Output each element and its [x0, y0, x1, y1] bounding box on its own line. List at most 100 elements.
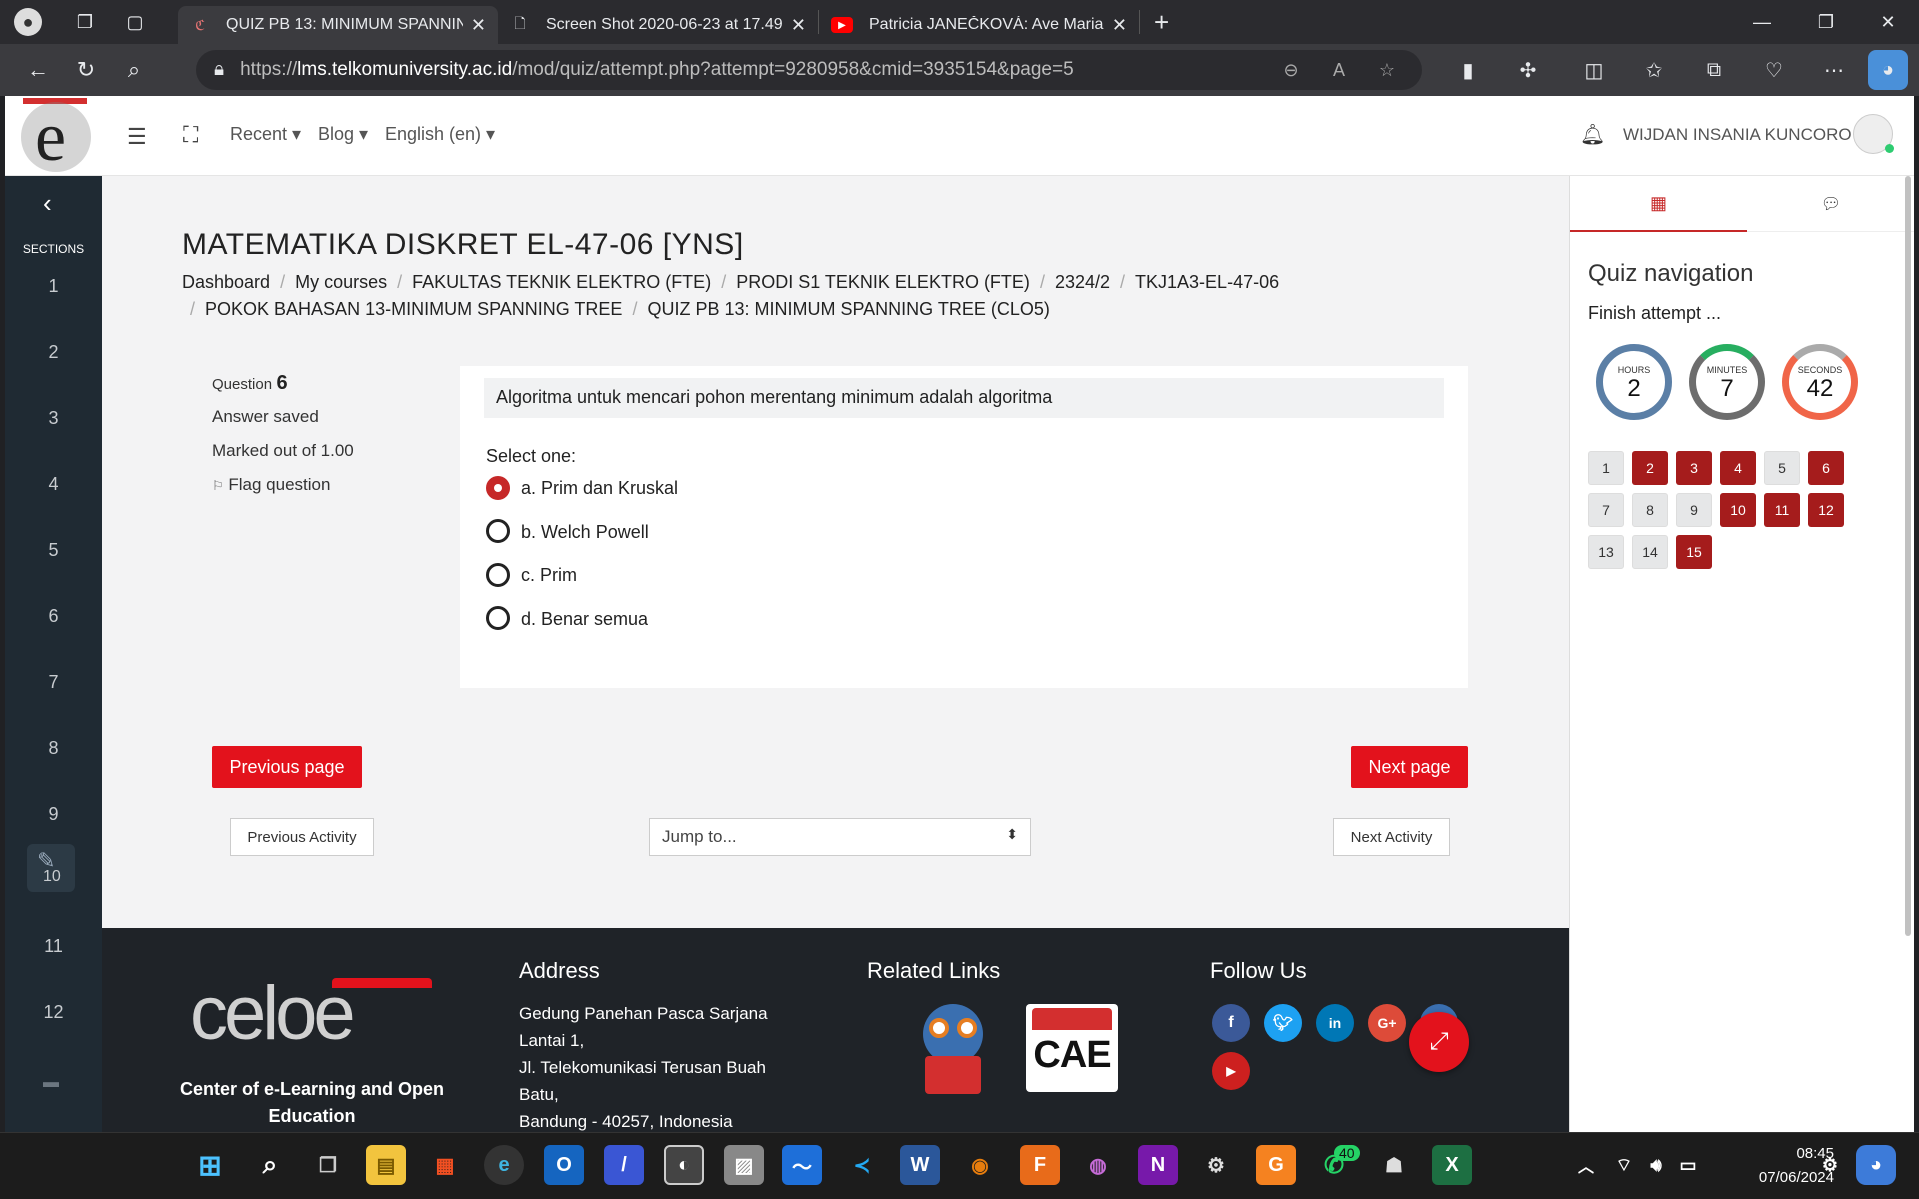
workspaces-icon[interactable]: ❐: [70, 7, 100, 37]
tab-quiz[interactable]: ℭ QUIZ PB 13: MINIMUM SPANNIN ✕: [178, 6, 498, 44]
tab-messages[interactable]: 💬︎: [1747, 176, 1914, 232]
next-page-button[interactable]: Next page: [1351, 746, 1468, 788]
favorite-star-icon[interactable]: ☆: [1372, 50, 1402, 90]
section-item-12[interactable]: 12: [5, 1002, 102, 1023]
finish-attempt-link[interactable]: Finish attempt ...: [1588, 303, 1721, 324]
steam-icon[interactable]: ⚙: [1196, 1145, 1236, 1185]
linkedin-icon[interactable]: in: [1316, 1004, 1354, 1042]
breadcrumb-course[interactable]: TKJ1A3-EL-47-06: [1135, 272, 1279, 293]
microsoft-store-icon[interactable]: ▦: [425, 1145, 465, 1185]
option-c-radio[interactable]: [486, 563, 510, 587]
excel-icon[interactable]: X: [1432, 1145, 1472, 1185]
breadcrumb-term[interactable]: 2324/2: [1055, 272, 1110, 293]
health-icon[interactable]: ♡: [1754, 50, 1794, 90]
copilot-icon[interactable]: ◕: [1856, 1145, 1896, 1185]
zoom-out-icon[interactable]: ⊖: [1276, 50, 1306, 90]
copilot-icon[interactable]: ◕: [1868, 50, 1908, 90]
quiz-nav-question-11[interactable]: 11: [1764, 493, 1800, 527]
section-item-1[interactable]: 1: [5, 276, 102, 297]
app-icon[interactable]: 〜: [782, 1145, 822, 1185]
previous-activity-button[interactable]: Previous Activity: [230, 818, 374, 856]
breadcrumb-my-courses[interactable]: My courses: [295, 272, 387, 293]
section-item-9[interactable]: 9: [5, 804, 102, 825]
menu-blog[interactable]: Blog ▾: [318, 124, 368, 145]
search-icon[interactable]: ⌕: [114, 50, 154, 90]
read-aloud-icon[interactable]: A: [1324, 50, 1354, 90]
notification-bell-icon[interactable]: 🔔︎: [1580, 122, 1605, 147]
section-item-10-active[interactable]: ✎ 10: [27, 844, 75, 892]
split-screen-icon[interactable]: ◫: [1574, 50, 1614, 90]
breadcrumb-quiz[interactable]: QUIZ PB 13: MINIMUM SPANNING TREE (CLO5): [647, 299, 1049, 320]
collapse-chevron-icon[interactable]: ‹: [43, 188, 52, 219]
close-tab-icon[interactable]: ✕: [791, 15, 806, 36]
page-scrollbar[interactable]: [1905, 176, 1911, 936]
blender-icon[interactable]: ◉: [960, 1145, 1000, 1185]
facebook-icon[interactable]: f: [1212, 1004, 1250, 1042]
quiz-nav-question-10[interactable]: 10: [1720, 493, 1756, 527]
restore-icon[interactable]: ❐: [1796, 0, 1856, 44]
breadcrumb-program[interactable]: PRODI S1 TEKNIK ELEKTRO (FTE): [736, 272, 1030, 293]
quiz-nav-question-1[interactable]: 1: [1588, 451, 1624, 485]
vscode-icon[interactable]: ≺: [842, 1145, 882, 1185]
section-item-5[interactable]: 5: [5, 540, 102, 561]
avatar[interactable]: [1853, 114, 1894, 154]
next-activity-button[interactable]: Next Activity: [1333, 818, 1450, 856]
quiz-nav-question-7[interactable]: 7: [1588, 493, 1624, 527]
back-arrow-icon[interactable]: ←: [18, 50, 58, 90]
quiz-nav-question-13[interactable]: 13: [1588, 535, 1624, 569]
section-item-4[interactable]: 4: [5, 474, 102, 495]
file-explorer-icon[interactable]: ▤: [366, 1145, 406, 1185]
quiz-nav-question-5[interactable]: 5: [1764, 451, 1800, 485]
twitter-icon[interactable]: 🐦︎: [1264, 1004, 1302, 1042]
extensions-icon[interactable]: ✣: [1508, 50, 1548, 90]
lock-icon[interactable]: 🔒︎: [214, 59, 224, 81]
fullscreen-icon[interactable]: ⛶: [183, 122, 198, 148]
tab-actions-icon[interactable]: ▢: [120, 7, 150, 37]
option-d-label[interactable]: d. Benar semua: [521, 609, 648, 630]
option-a-label[interactable]: a. Prim dan Kruskal: [521, 478, 678, 499]
section-item-6[interactable]: 6: [5, 606, 102, 627]
option-b-radio[interactable]: [486, 519, 510, 543]
onenote-icon[interactable]: N: [1138, 1145, 1178, 1185]
chevron-up-icon[interactable]: ︿: [1566, 1145, 1606, 1185]
photos-icon[interactable]: ▨: [724, 1145, 764, 1185]
new-tab-plus-icon[interactable]: +: [1154, 7, 1169, 38]
quiz-nav-question-14[interactable]: 14: [1632, 535, 1668, 569]
close-window-icon[interactable]: ✕: [1858, 0, 1918, 44]
section-item-3[interactable]: 3: [5, 408, 102, 429]
task-view-icon[interactable]: ❐: [308, 1145, 348, 1185]
quiz-nav-question-6[interactable]: 6: [1808, 451, 1844, 485]
quiz-nav-question-2[interactable]: 2: [1632, 451, 1668, 485]
profile-icon[interactable]: ●: [14, 8, 42, 36]
quiz-nav-question-12[interactable]: 12: [1808, 493, 1844, 527]
youtube-icon[interactable]: ▶: [1212, 1052, 1250, 1090]
google-plus-icon[interactable]: G+: [1368, 1004, 1406, 1042]
menu-language[interactable]: English (en) ▾: [385, 124, 495, 145]
quiz-nav-question-9[interactable]: 9: [1676, 493, 1712, 527]
option-a-radio[interactable]: [486, 476, 510, 500]
quiz-nav-question-3[interactable]: 3: [1676, 451, 1712, 485]
more-menu-icon[interactable]: ⋯: [1814, 50, 1854, 90]
outlook-icon[interactable]: O: [544, 1145, 584, 1185]
word-icon[interactable]: W: [900, 1145, 940, 1185]
app-icon[interactable]: ◐: [664, 1145, 704, 1185]
cae-logo[interactable]: CAE: [1026, 1004, 1118, 1092]
option-c-label[interactable]: c. Prim: [521, 565, 577, 586]
option-b-label[interactable]: b. Welch Powell: [521, 522, 649, 543]
user-name[interactable]: WIJDAN INSANIA KUNCORO: [1623, 125, 1852, 145]
quiz-nav-question-4[interactable]: 4: [1720, 451, 1756, 485]
owl-logo[interactable]: [917, 1004, 989, 1096]
expand-fab-button[interactable]: ⤢: [1409, 1012, 1469, 1072]
tab-screenshot[interactable]: 🗋 Screen Shot 2020-06-23 at 17.49 ✕: [498, 6, 818, 44]
menu-recent[interactable]: Recent ▾: [230, 124, 301, 145]
collections-icon[interactable]: ▮: [1448, 50, 1488, 90]
close-tab-icon[interactable]: ✕: [471, 15, 486, 36]
section-item-2[interactable]: 2: [5, 342, 102, 363]
celoe-logo[interactable]: e: [17, 96, 97, 176]
option-d-radio[interactable]: [486, 606, 510, 630]
app-icon[interactable]: G: [1256, 1145, 1296, 1185]
breadcrumb-topic[interactable]: POKOK BAHASAN 13-MINIMUM SPANNING TREE: [205, 299, 622, 320]
section-item-11[interactable]: 11: [5, 936, 102, 957]
tab-youtube[interactable]: ▶ Patricia JANEČKOVÁ: Ave Maria ( ✕: [819, 6, 1139, 44]
app-icon[interactable]: ☗: [1374, 1145, 1414, 1185]
